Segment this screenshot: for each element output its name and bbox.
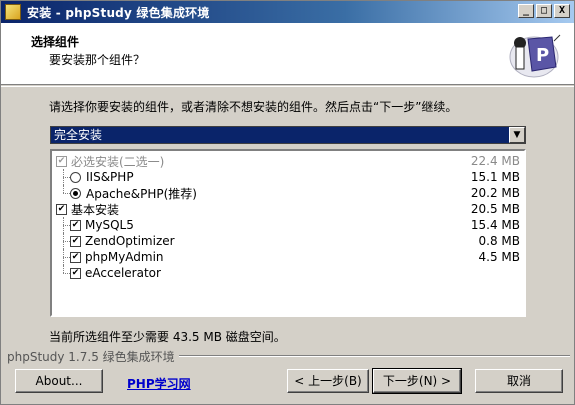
window-title: 安装 - phpStudy 绿色集成环境 (27, 5, 210, 20)
radio-icon[interactable] (70, 187, 81, 199)
component-size: 4.5 MB (478, 250, 520, 264)
component-row[interactable]: Apache&PHP(推荐) 20.2 MB (52, 185, 524, 201)
component-row[interactable]: IIS&PHP 15.1 MB (52, 169, 524, 185)
checkbox-icon[interactable] (70, 251, 81, 263)
checkbox-icon[interactable] (70, 219, 81, 231)
component-row[interactable]: ZendOptimizer 0.8 MB (52, 233, 524, 249)
component-label: 必选安装(二选一) (71, 154, 165, 169)
wizard-header: 选择组件 要安装那个组件？ P (1, 23, 574, 85)
installer-window: 安装 - phpStudy 绿色集成环境 _ □ X 选择组件 要安装那个组件？… (0, 0, 575, 405)
install-type-select[interactable]: 完全安装 ▼ (50, 126, 526, 144)
install-type-value: 完全安装 (54, 128, 103, 142)
component-tree: 必选安装(二选一) 22.4 MB IIS&PHP 15.1 MB Apache… (50, 149, 526, 317)
installer-app-icon (5, 4, 21, 20)
chevron-down-icon[interactable]: ▼ (509, 127, 525, 143)
checkbox-icon[interactable] (70, 267, 81, 279)
title-bar: 安装 - phpStudy 绿色集成环境 _ □ X (1, 1, 574, 23)
close-button[interactable]: X (554, 4, 570, 18)
component-row[interactable]: eAccelerator (52, 265, 524, 281)
component-label: MySQL5 (85, 218, 134, 232)
back-button[interactable]: < 上一步(B) (287, 369, 369, 393)
minimize-button[interactable]: _ (518, 4, 534, 18)
component-size: 15.4 MB (470, 218, 520, 232)
component-size: 20.2 MB (470, 186, 520, 200)
php-site-link[interactable]: PHP学习网 (127, 375, 191, 392)
disk-space-required: 当前所选组件至少需要 43.5 MB 磁盘空间。 (49, 330, 286, 344)
checkbox-icon[interactable] (56, 203, 67, 215)
component-size: 20.5 MB (470, 202, 520, 216)
checkbox-icon[interactable] (70, 235, 81, 247)
php-elephant-logo-icon: P (509, 34, 561, 78)
svg-text:P: P (536, 45, 549, 66)
component-label: IIS&PHP (86, 170, 134, 184)
component-size: 15.1 MB (470, 170, 520, 184)
radio-icon[interactable] (70, 171, 81, 183)
checkbox-icon[interactable] (56, 155, 67, 167)
component-row[interactable]: 基本安装 20.5 MB (52, 201, 524, 217)
component-label: 基本安装 (71, 202, 120, 217)
component-label: eAccelerator (85, 266, 161, 280)
instruction-text: 请选择你要安装的组件，或者清除不想安装的组件。然后点击“下一步”继续。 (49, 100, 458, 114)
component-label: ZendOptimizer (85, 234, 175, 248)
about-button[interactable]: About... (15, 369, 103, 393)
page-title: 选择组件 (31, 35, 80, 49)
maximize-button[interactable]: □ (536, 4, 552, 18)
component-size: 22.4 MB (470, 154, 520, 168)
component-label: Apache&PHP(推荐) (86, 186, 197, 201)
component-row[interactable]: phpMyAdmin 4.5 MB (52, 249, 524, 265)
cancel-button[interactable]: 取消 (475, 369, 563, 393)
component-size: 0.8 MB (478, 234, 520, 248)
next-button[interactable]: 下一步(N) > (372, 368, 462, 394)
footer-brand: phpStudy 1.7.5 绿色集成环境 (7, 348, 179, 365)
page-subtitle: 要安装那个组件？ (49, 53, 146, 67)
component-row[interactable]: MySQL5 15.4 MB (52, 217, 524, 233)
component-row[interactable]: 必选安装(二选一) 22.4 MB (52, 153, 524, 169)
window-controls: _ □ X (518, 4, 570, 18)
header-separator (1, 86, 574, 87)
component-label: phpMyAdmin (85, 250, 164, 264)
